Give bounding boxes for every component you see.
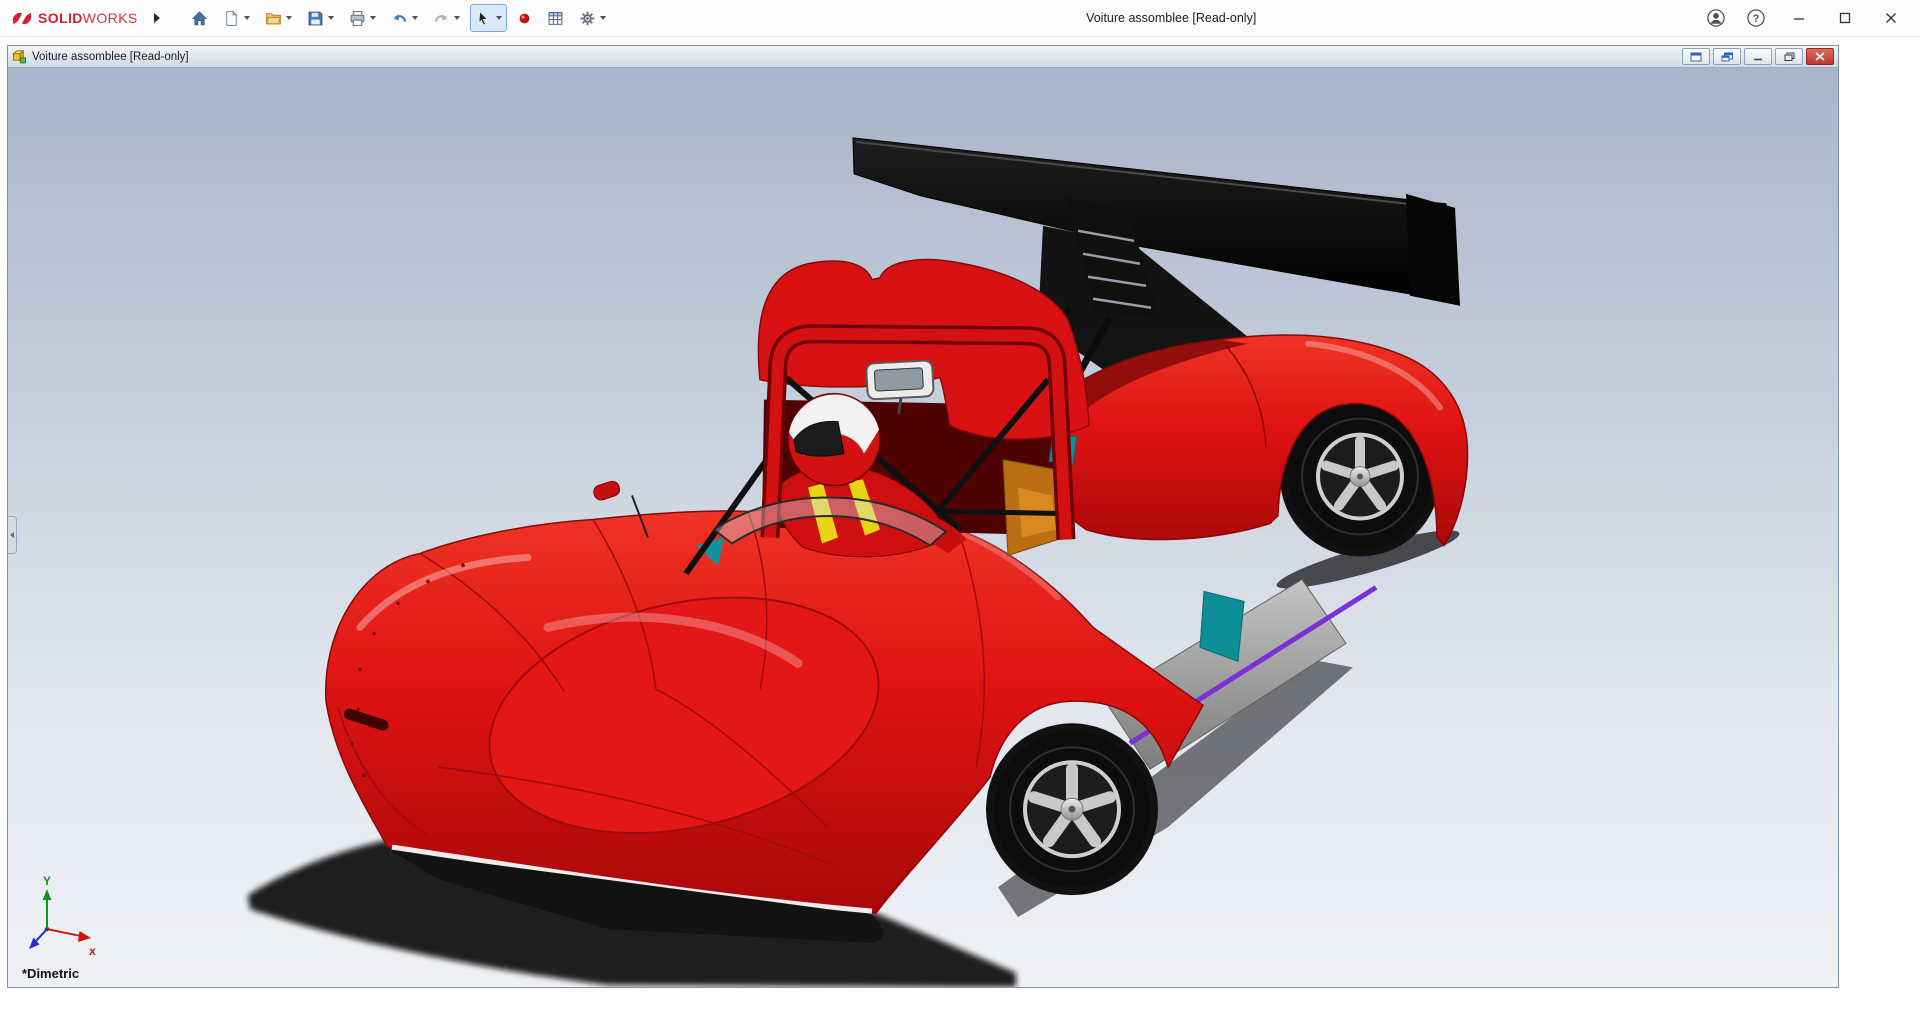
dropdown-arrow-icon[interactable] [370, 16, 376, 20]
save-button[interactable] [302, 4, 339, 32]
doc-minimize-button[interactable] [1744, 48, 1772, 65]
dropdown-arrow-icon[interactable] [496, 16, 502, 20]
dropdown-arrow-icon[interactable] [244, 16, 250, 20]
triad-x-label: x [89, 944, 96, 958]
float-window-button[interactable] [1682, 48, 1710, 65]
view-orientation-label: *Dimetric [22, 966, 79, 981]
select-cursor-icon [475, 10, 492, 27]
dock-window-button[interactable] [1713, 48, 1741, 65]
redo-button[interactable] [428, 4, 465, 32]
float-window-icon [1690, 52, 1702, 62]
doc-restore-icon [1784, 52, 1795, 61]
new-document-button[interactable] [218, 4, 255, 32]
close-icon [1885, 12, 1897, 24]
maximize-button[interactable] [1832, 6, 1858, 30]
dropdown-arrow-icon[interactable] [286, 16, 292, 20]
graphics-viewport[interactable]: Y x *Dimetric [8, 68, 1838, 987]
triad-y-label: Y [43, 874, 51, 888]
home-button[interactable] [186, 4, 213, 32]
titlebar-right-cluster: ? [1706, 6, 1920, 30]
quick-access-toolbar [186, 4, 611, 32]
doc-restore-button[interactable] [1775, 48, 1803, 65]
options-gear-icon [579, 10, 596, 27]
doc-close-button[interactable] [1806, 48, 1834, 65]
model-scene: Y x [8, 68, 1838, 987]
open-document-icon [265, 10, 282, 27]
dassault-systemes-3ds-logo [10, 10, 34, 27]
dropdown-arrow-icon[interactable] [600, 16, 606, 20]
document-title: Voiture assomblee [Read-only] [32, 51, 189, 63]
left-mirror-pod [592, 480, 621, 502]
open-document-button[interactable] [260, 4, 297, 32]
macro-record-icon [517, 11, 532, 26]
macro-record-button[interactable] [512, 4, 537, 32]
design-table-button[interactable] [542, 4, 569, 32]
document-window-controls [1682, 48, 1834, 65]
brand-works: WORKS [83, 10, 138, 26]
select-tool-button[interactable] [470, 4, 507, 32]
help-icon: ? [1746, 8, 1766, 28]
undo-icon [391, 10, 408, 27]
doc-close-icon [1815, 52, 1825, 61]
feature-tree-collapse-tab[interactable] [8, 516, 17, 554]
minimize-button[interactable] [1786, 6, 1812, 30]
solidworks-logo: SOLIDWORKS [10, 10, 138, 27]
minimize-icon [1793, 12, 1805, 24]
print-icon [349, 10, 366, 27]
redo-icon [433, 10, 450, 27]
options-button[interactable] [574, 4, 611, 32]
help-button[interactable]: ? [1746, 8, 1766, 28]
design-table-icon [547, 10, 564, 27]
user-account-icon [1706, 8, 1726, 28]
expand-toolbar-arrow[interactable] [154, 13, 160, 23]
app-window-title: Voiture assomblee [Read-only] [1086, 11, 1256, 25]
print-button[interactable] [344, 4, 381, 32]
dropdown-arrow-icon[interactable] [454, 16, 460, 20]
document-window: Voiture assomblee [Read-only] [7, 45, 1839, 988]
coordinate-triad: Y x [29, 874, 96, 958]
brand-solid: SOLID [38, 10, 83, 26]
application-title-bar: SOLIDWORKS [0, 0, 1920, 37]
new-document-icon [223, 10, 240, 27]
save-icon [307, 10, 324, 27]
document-title-bar[interactable]: Voiture assomblee [Read-only] [8, 46, 1838, 68]
dropdown-arrow-icon[interactable] [328, 16, 334, 20]
front-wheel[interactable] [986, 723, 1158, 895]
dock-window-icon [1721, 52, 1733, 62]
collapse-arrow-icon [10, 532, 14, 538]
user-account-button[interactable] [1706, 8, 1726, 28]
maximize-icon [1839, 12, 1851, 24]
doc-minimize-icon [1753, 53, 1763, 61]
home-icon [191, 10, 208, 27]
svg-text:?: ? [1753, 13, 1760, 25]
close-button[interactable] [1878, 6, 1904, 30]
undo-button[interactable] [386, 4, 423, 32]
assembly-document-icon [12, 49, 27, 64]
dropdown-arrow-icon[interactable] [412, 16, 418, 20]
